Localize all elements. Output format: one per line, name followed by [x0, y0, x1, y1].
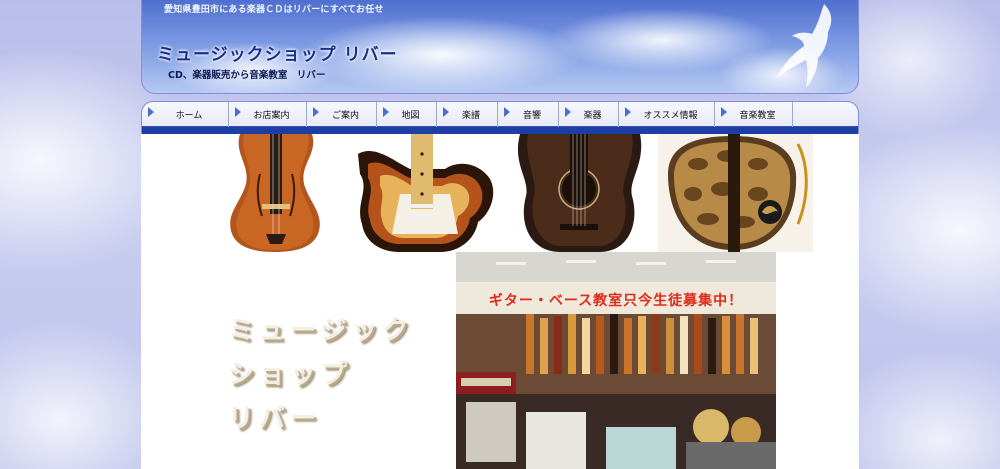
- electric-guitar-image: [350, 134, 500, 252]
- chevron-right-icon: [313, 107, 319, 117]
- page-wrapper: 愛知県豊田市にある楽器ＣＤはリバーにすべてお任せ ミュージックショップ リバー …: [141, 0, 859, 469]
- nav-list: ホーム お店案内 ご案内 地図 楽譜 音響 楽器 オススメ情報 音楽教室: [142, 102, 793, 127]
- nav-item-label: 地図: [401, 111, 420, 121]
- site-subtitle: CD、楽器販売から音楽教室 リバー: [168, 70, 326, 81]
- nav-item-music-school[interactable]: 音楽教室: [715, 102, 793, 127]
- chevron-right-icon: [721, 107, 727, 117]
- shop-name-line-3: リバー: [228, 404, 322, 434]
- main-content: ミュージック ショップ リバー ギター・ベース教室只今生徒募集中！: [141, 134, 859, 469]
- store-interior-photo: ギター・ベース教室只今生徒募集中！: [456, 252, 776, 469]
- nav-item-label: ホーム: [175, 111, 203, 121]
- nav-item-label: お店案内: [253, 111, 290, 121]
- chevron-right-icon: [565, 107, 571, 117]
- nav-item-label: オススメ情報: [643, 111, 698, 121]
- chevron-right-icon: [235, 107, 241, 117]
- header-tagline: 愛知県豊田市にある楽器ＣＤはリバーにすべてお任せ: [164, 5, 384, 15]
- shop-name-line-1: ミュージック: [228, 316, 414, 346]
- nav-item-sheet-music[interactable]: 楽譜: [437, 102, 498, 127]
- site-header: 愛知県豊田市にある楽器ＣＤはリバーにすべてお任せ ミュージックショップ リバー …: [141, 0, 859, 94]
- nav-item-label: 楽譜: [461, 111, 480, 121]
- chevron-right-icon: [443, 107, 449, 117]
- nav-item-audio[interactable]: 音響: [498, 102, 559, 127]
- bird-logo-icon: [776, 4, 832, 88]
- shop-name-line-2: ショップ: [228, 360, 353, 390]
- chevron-right-icon: [625, 107, 631, 117]
- main-navigation: ホーム お店案内 ご案内 地図 楽譜 音響 楽器 オススメ情報 音楽教室: [141, 101, 859, 136]
- nav-item-instruments[interactable]: 楽器: [559, 102, 619, 127]
- chevron-right-icon: [383, 107, 389, 117]
- nav-item-home[interactable]: ホーム: [142, 102, 229, 127]
- nav-item-label: 音響: [522, 111, 541, 121]
- nav-item-guide[interactable]: ご案内: [307, 102, 377, 127]
- nav-item-map[interactable]: 地図: [377, 102, 437, 127]
- nav-item-recommended[interactable]: オススメ情報: [619, 102, 715, 127]
- site-title[interactable]: ミュージックショップ リバー: [157, 40, 398, 65]
- store-banner-text: ギター・ベース教室只今生徒募集中！: [488, 293, 744, 309]
- nav-item-label: 楽器: [583, 111, 602, 121]
- chevron-right-icon: [148, 107, 154, 117]
- chevron-right-icon: [504, 107, 510, 117]
- nav-item-label: ご案内: [331, 111, 359, 121]
- nav-item-store-info[interactable]: お店案内: [229, 102, 307, 127]
- acoustic-guitar-image: [500, 134, 658, 252]
- nav-item-label: 音楽教室: [739, 111, 776, 121]
- sanshin-image: [658, 134, 813, 252]
- violin-image: [200, 134, 350, 252]
